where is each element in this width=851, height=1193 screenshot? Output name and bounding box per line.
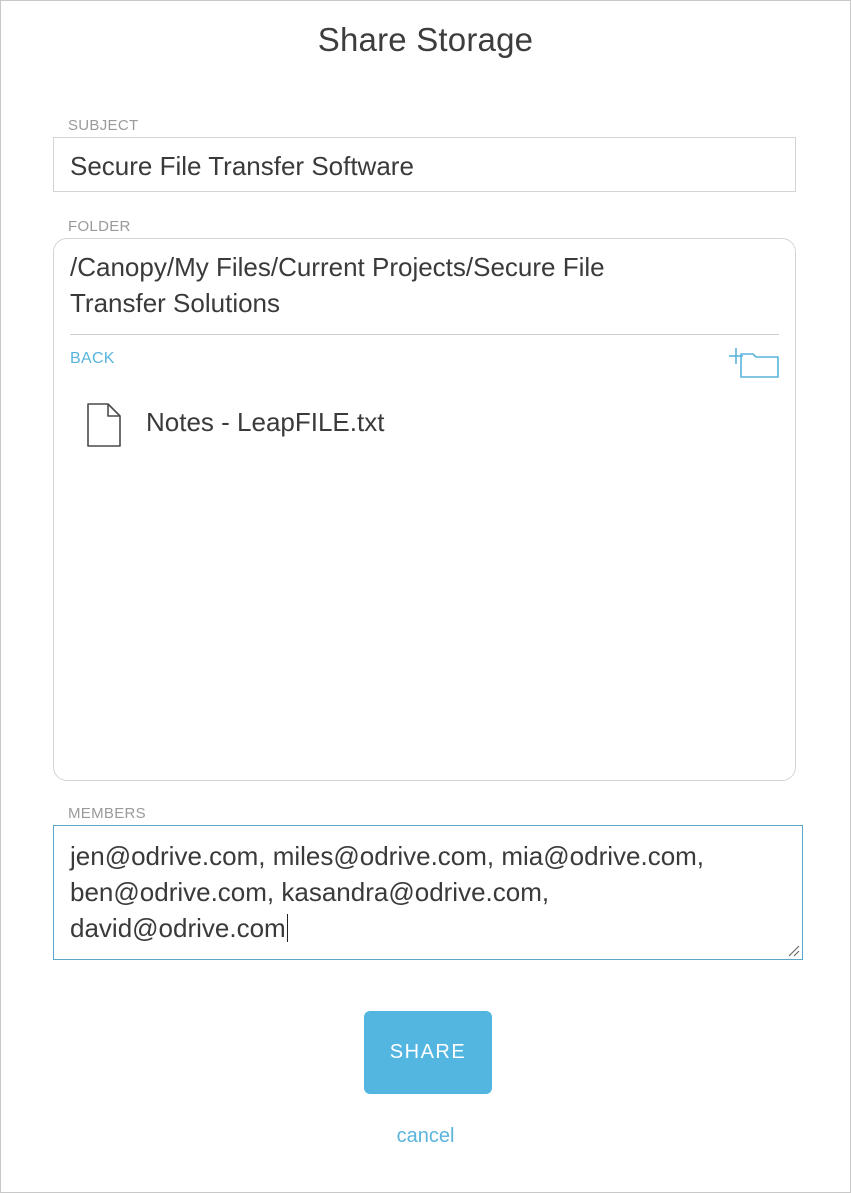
- members-value: jen@odrive.com, miles@odrive.com, mia@od…: [70, 838, 770, 946]
- folder-plus-icon[interactable]: [729, 346, 781, 380]
- subject-value: Secure File Transfer Software: [70, 151, 414, 181]
- file-icon: [86, 403, 122, 447]
- members-label: MEMBERS: [68, 805, 146, 822]
- resize-grip-icon[interactable]: [786, 943, 800, 957]
- back-link[interactable]: BACK: [70, 350, 115, 368]
- subject-input[interactable]: Secure File Transfer Software: [53, 137, 796, 192]
- dialog-title: Share Storage: [317, 21, 534, 58]
- share-button[interactable]: SHARE: [364, 1011, 492, 1094]
- folder-label: FOLDER: [68, 218, 131, 235]
- members-line-3: david@odrive.com: [70, 913, 286, 943]
- members-line-3-wrap: david@odrive.com: [70, 910, 770, 946]
- cancel-link-text[interactable]: cancel: [397, 1125, 455, 1147]
- subject-label: SUBJECT: [68, 117, 139, 134]
- members-textarea[interactable]: jen@odrive.com, miles@odrive.com, mia@od…: [53, 825, 803, 960]
- members-line-1: jen@odrive.com, miles@odrive.com, mia@od…: [70, 841, 705, 871]
- folder-divider: [70, 334, 779, 335]
- folder-browser: /Canopy/My Files/Current Projects/Secure…: [53, 238, 796, 781]
- folder-path-line-2: Transfer Solutions: [70, 288, 281, 318]
- text-caret: [286, 914, 288, 942]
- file-list-item[interactable]: Notes - LeapFILE.txt: [84, 401, 724, 449]
- cancel-link: cancel: [1, 1125, 850, 1148]
- members-line-2: ben@odrive.com, kasandra@odrive.com,: [70, 877, 550, 907]
- folder-path: /Canopy/My Files/Current Projects/Secure…: [70, 249, 770, 321]
- folder-path-line-1: /Canopy/My Files/Current Projects/Secure…: [70, 252, 605, 282]
- file-name: Notes - LeapFILE.txt: [146, 407, 385, 437]
- share-storage-dialog: Share Storage SUBJECT Secure File Transf…: [0, 0, 851, 1193]
